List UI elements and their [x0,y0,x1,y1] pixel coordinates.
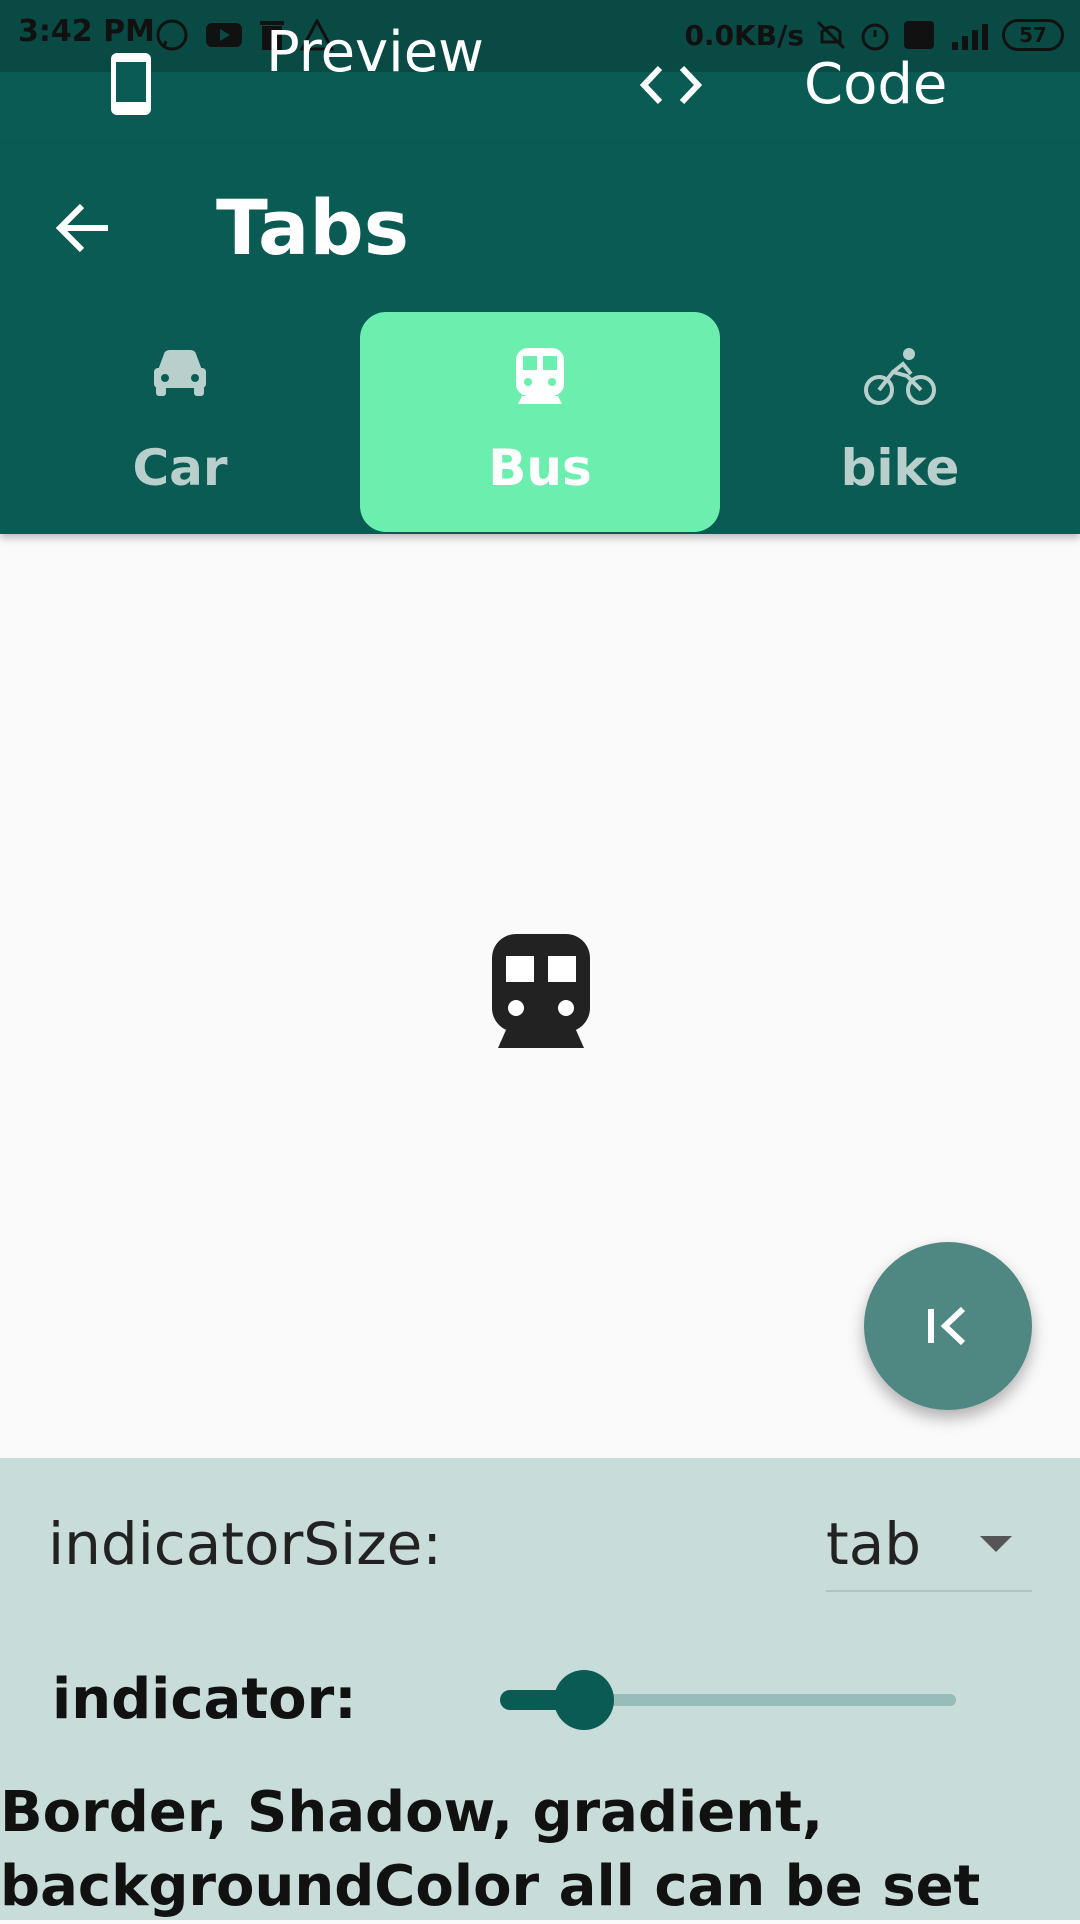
code-icon[interactable] [640,64,702,106]
status-time: 3:42 PM [18,14,155,49]
alarm-icon [861,23,889,51]
note-text: Border, Shadow, gradient, backgroundColo… [0,1780,981,1919]
youtube-icon [206,23,242,47]
indicator-size-value: tab [826,1510,922,1578]
slider-thumb[interactable] [554,1670,614,1730]
indicator-size-label: indicatorSize: [48,1510,442,1578]
network-speed: 0.0KB/s [684,18,804,52]
first-page-icon [928,1306,966,1346]
signal-4g-icon [952,24,988,50]
back-arrow-icon[interactable] [54,200,114,256]
tab-bike-label: bike [840,439,960,497]
battery-level: 57 [1019,23,1047,47]
bike-icon [864,348,936,405]
volte-icon [904,21,934,49]
whatsapp-icon [156,19,188,51]
battery-indicator: 57 [1002,19,1064,51]
indicator-size-dropdown[interactable]: tab [826,1500,1032,1592]
tab-car-label: Car [132,439,228,497]
first-page-fab[interactable] [864,1242,1032,1410]
code-tab[interactable]: Code [804,54,947,116]
tab-bus-label: Bus [488,439,592,497]
tab-car[interactable]: Car [0,312,360,532]
bus-icon [492,934,590,1048]
car-icon [154,350,206,396]
phone-icon[interactable] [108,50,154,118]
tab-bike[interactable]: bike [720,312,1080,532]
indicator-slider[interactable] [500,1668,956,1730]
page-title: Tabs [216,183,409,272]
mute-icon [816,20,846,50]
indicator-label: indicator: [52,1667,357,1732]
preview-tab[interactable]: Preview [266,22,484,84]
bus-icon [516,348,564,404]
tab-bus[interactable]: Bus [360,312,720,532]
dropdown-caret-icon [980,1536,1012,1552]
